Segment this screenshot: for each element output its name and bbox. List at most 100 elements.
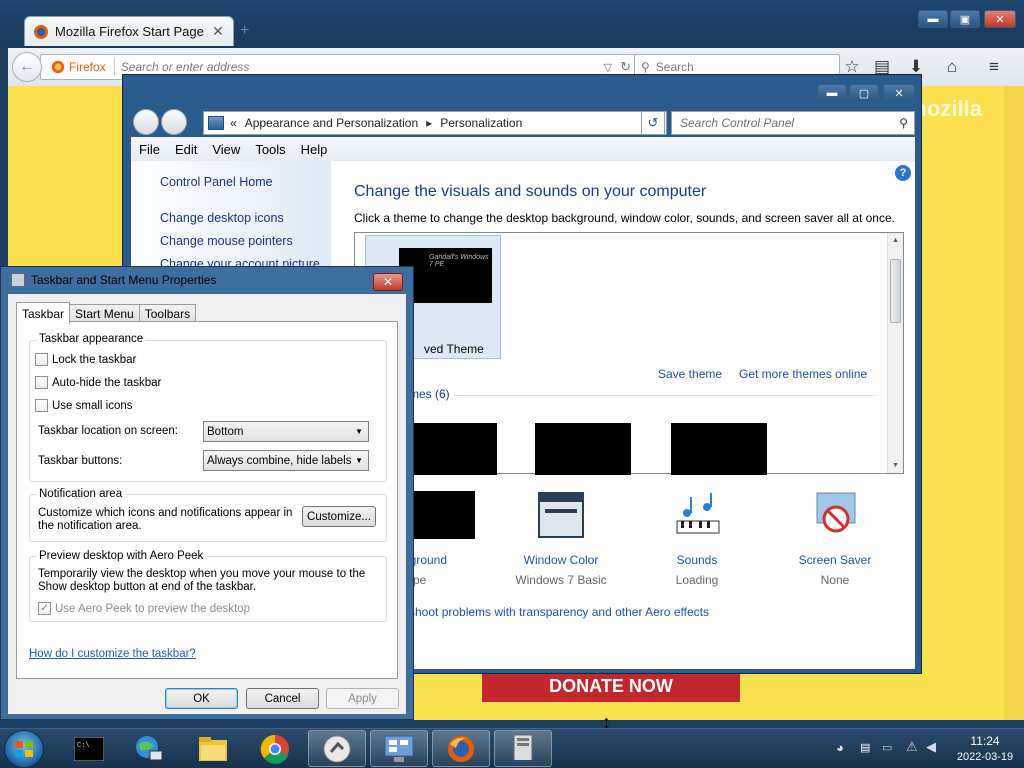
flag-icon[interactable]: ▤ — [860, 741, 870, 754]
menu-file[interactable]: File — [139, 142, 160, 157]
lock-taskbar-checkbox[interactable]: Lock the taskbar — [35, 353, 136, 366]
firefox-icon — [448, 735, 474, 762]
system-tray: ◕ ▤ ▭ ⚠ ◀ 11:24 2022-03-19 — [830, 729, 1020, 768]
cp-forward-button[interactable] — [161, 109, 187, 135]
home-icon[interactable]: ⌂ — [940, 56, 964, 78]
menu-icon[interactable]: ≡ — [982, 56, 1006, 78]
taskbar-app-button[interactable] — [308, 730, 366, 767]
ok-button[interactable]: OK — [165, 688, 238, 709]
dialog-client: Taskbar Start Menu Toolbars Taskbar appe… — [8, 294, 406, 714]
sidebar-mouse-pointers-link[interactable]: Change mouse pointers — [160, 234, 293, 248]
address-bar: « Appearance and Personalization ▸ Perso… — [131, 109, 915, 137]
personalization-main: ? Change the visuals and sounds on your … — [331, 161, 915, 669]
cp-back-button[interactable] — [133, 109, 159, 135]
aero-theme-thumbnail[interactable] — [401, 423, 497, 475]
aero-theme-thumbnail[interactable] — [671, 423, 767, 475]
help-icon[interactable]: ? — [895, 165, 911, 181]
chevron-right-icon[interactable]: ▸ — [426, 116, 432, 130]
window-color-icon — [538, 492, 584, 538]
dialog-title[interactable]: Taskbar and Start Menu Properties — [11, 273, 216, 287]
network-icon[interactable]: ⚠ — [906, 739, 918, 755]
cp-close-button[interactable]: ✕ — [883, 84, 915, 102]
minimize-button[interactable]: ▬ — [918, 10, 948, 28]
dropdown-arrow-icon[interactable]: ▽ — [604, 61, 612, 74]
aero-peek-group-title: Preview desktop with Aero Peek — [37, 550, 206, 562]
sidebar-home-link[interactable]: Control Panel Home — [160, 175, 273, 189]
window-color-name: Window Color — [523, 553, 599, 567]
back-button[interactable]: ← — [12, 52, 42, 82]
breadcrumb-overflow[interactable]: « — [230, 116, 237, 130]
back-arrow-icon: ← — [19, 58, 35, 75]
tab-title: Mozilla Firefox Start Page — [55, 24, 204, 39]
taskbar-explorer-button[interactable] — [184, 730, 242, 767]
chevron-down-icon: ▼ — [355, 456, 363, 465]
device-icon[interactable]: ▭ — [882, 741, 892, 754]
search-icon: ⚲ — [641, 60, 650, 74]
taskbar-firefox-button[interactable] — [432, 730, 490, 767]
clock-date[interactable]: 2022-03-19 — [955, 751, 1015, 763]
control-panel-titlebar[interactable]: ▬ ▢ ✕ — [123, 75, 921, 105]
get-more-themes-link[interactable]: Get more themes online — [739, 367, 867, 381]
cp-maximize-button[interactable]: ▢ — [849, 84, 879, 102]
buttons-select[interactable]: Always combine, hide labels ▼ — [203, 450, 369, 471]
taskbar-network-button[interactable] — [120, 730, 178, 767]
url-placeholder: Search or enter address — [120, 60, 250, 74]
cp-search-input[interactable]: Search Control Panel ⚲ — [671, 111, 915, 135]
menu-help[interactable]: Help — [301, 142, 328, 157]
buttons-value: Always combine, hide labels — [207, 454, 352, 467]
maximize-button[interactable]: ▣ — [950, 10, 980, 28]
cp-minimize-button[interactable]: ▬ — [817, 84, 847, 102]
small-icons-checkbox[interactable]: Use small icons — [35, 399, 133, 412]
volume-icon[interactable]: ◀ — [926, 739, 936, 755]
help-link[interactable]: How do I customize the taskbar? — [29, 648, 196, 660]
page-description: Click a theme to change the desktop back… — [354, 211, 895, 225]
taskbar-chrome-button[interactable] — [246, 730, 304, 767]
tab-close-icon[interactable]: ✕ — [211, 23, 225, 40]
sidebar-desktop-icons-link[interactable]: Change desktop icons — [160, 211, 284, 225]
checkbox-box[interactable] — [35, 353, 48, 366]
scrollbar-thumb[interactable] — [890, 259, 901, 323]
breadcrumb-personalization[interactable]: Personalization — [440, 116, 522, 130]
location-value: Bottom — [207, 425, 244, 438]
windows-logo-icon — [15, 741, 33, 757]
auto-hide-checkbox[interactable]: Auto-hide the taskbar — [35, 376, 161, 389]
menu-view[interactable]: View — [212, 142, 240, 157]
checkbox-box[interactable] — [35, 399, 48, 412]
page-edge — [1004, 86, 1024, 720]
breadcrumb[interactable]: « Appearance and Personalization ▸ Perso… — [203, 111, 667, 135]
new-tab-icon[interactable]: + — [240, 22, 249, 40]
start-button[interactable] — [4, 730, 44, 768]
menu-edit[interactable]: Edit — [175, 142, 197, 157]
search-placeholder: Search — [655, 60, 694, 74]
appearance-group-title: Taskbar appearance — [37, 333, 146, 345]
taskbar-control-panel-button[interactable] — [370, 730, 428, 767]
cancel-button[interactable]: Cancel — [246, 688, 319, 709]
aero-troubleshoot-link[interactable]: shoot problems with transparency and oth… — [409, 605, 709, 619]
location-select[interactable]: Bottom ▼ — [203, 421, 369, 442]
dialog-close-button[interactable]: ✕ — [373, 273, 403, 291]
taskbar-properties-button[interactable] — [494, 730, 552, 767]
firefox-tab[interactable]: Mozilla Firefox Start Page ✕ — [24, 16, 234, 46]
clock-time[interactable]: 11:24 — [955, 734, 1015, 748]
screen-saver-icon — [816, 492, 856, 533]
aero-theme-thumbnail[interactable] — [535, 423, 631, 475]
small-icons-label: Use small icons — [52, 399, 133, 412]
refresh-icon[interactable]: ↺ — [641, 111, 665, 135]
checkbox-box[interactable] — [35, 376, 48, 389]
tray-app-icon[interactable]: ◕ — [836, 740, 844, 755]
menu-tools[interactable]: Tools — [255, 142, 285, 157]
scroll-down-icon[interactable]: ▼ — [892, 462, 899, 469]
customize-button[interactable]: Customize... — [302, 506, 376, 527]
taskbar-cmd-button[interactable]: C:\ — [60, 730, 118, 767]
donate-button[interactable]: DONATE NOW — [482, 670, 740, 702]
app-circle-icon — [323, 735, 351, 762]
close-button[interactable]: ✕ — [984, 10, 1016, 28]
auto-hide-label: Auto-hide the taskbar — [52, 376, 162, 389]
tab-taskbar[interactable]: Taskbar — [16, 302, 71, 324]
save-theme-link[interactable]: Save theme — [658, 367, 722, 381]
scroll-up-icon[interactable]: ▲ — [892, 237, 899, 244]
firefox-tabstrip: Mozilla Firefox Start Page ✕ + ▬ ▣ ✕ — [0, 0, 1024, 48]
reload-icon[interactable]: ↻ — [620, 59, 631, 75]
theme-list-scrollbar[interactable]: ▲ ▼ — [887, 233, 903, 473]
breadcrumb-appearance[interactable]: Appearance and Personalization — [245, 116, 418, 130]
